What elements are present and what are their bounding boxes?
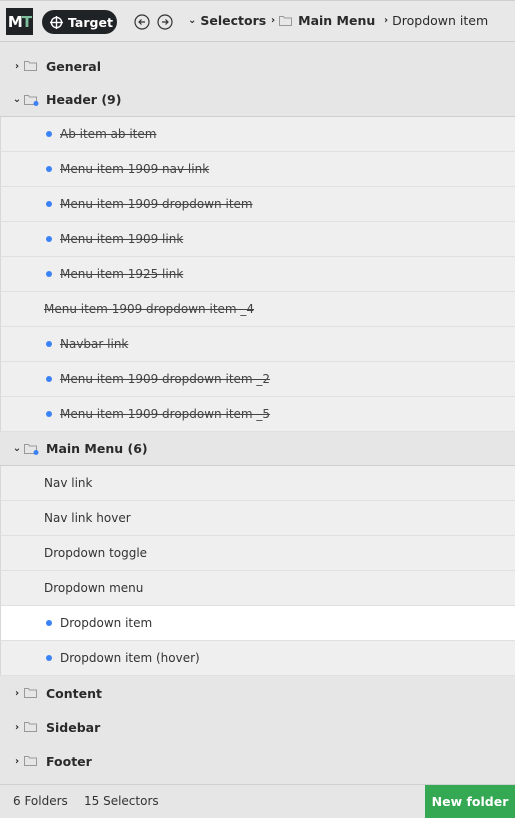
selector-label: Menu item 1909 nav link [60,162,210,176]
breadcrumb-main-menu[interactable]: › Main Menu [271,13,375,28]
folder-name: Footer [46,753,92,769]
chevron-right-icon[interactable]: › [12,688,22,699]
status-dot-icon [46,131,52,137]
chevron-right-icon[interactable]: › [12,756,22,767]
back-arrow-icon[interactable] [134,14,150,30]
selector-label: Ab item ab item [60,127,157,141]
selector-item[interactable]: Dropdown item [0,606,515,641]
chevron-right-icon: › [384,15,389,26]
folder-icon [24,688,37,698]
target-label: Target [68,14,113,30]
folder-row[interactable]: › Footer [0,744,515,778]
crosshair-icon [50,15,63,29]
chevron-right-icon[interactable]: › [12,722,22,733]
status-dot-icon [46,271,52,277]
selector-item[interactable]: Menu item 1909 dropdown item [0,187,515,222]
status-dot-icon [46,411,52,417]
app-logo: MT [6,8,33,35]
forward-arrow-icon[interactable] [157,14,173,30]
status-dot-icon [46,201,52,207]
selector-label: Dropdown toggle [44,546,148,560]
selector-label: Dropdown item (hover) [60,651,200,665]
selector-item[interactable]: Dropdown toggle [0,536,515,571]
footer: 6 Folders 15 Selectors New folder [0,784,515,818]
selector-label: Menu item 1909 dropdown item [60,197,253,211]
folder-name: Header (9) [46,92,122,107]
folder-name: Main Menu (6) [46,441,148,456]
status-dot-icon [46,376,52,382]
selector-label: Nav link [44,476,93,490]
selector-item[interactable]: Ab item ab item [0,117,515,152]
target-button[interactable]: Target [42,10,117,34]
selector-label: Menu item 1909 link [60,232,184,246]
chevron-down-icon[interactable]: ⌄ [12,94,22,105]
status-dot-icon [46,341,52,347]
logo-t: T [21,12,32,31]
status-dot-icon [46,620,52,626]
breadcrumb-selectors[interactable]: ⌄ Selectors [188,13,266,28]
selector-item[interactable]: Menu item 1909 dropdown item _5 [0,397,515,432]
selector-label: Dropdown menu [44,581,144,595]
chevron-down-icon: ⌄ [188,15,197,26]
new-folder-button[interactable]: New folder [425,785,515,818]
folder-row[interactable]: › Sidebar [0,710,515,744]
selector-label: Menu item 1909 dropdown item _2 [60,372,271,386]
folder-row[interactable]: › General [0,49,515,83]
breadcrumb-label: Main Menu [298,13,376,28]
folder-icon [279,16,293,26]
selector-label: Menu item 1925 link [60,267,184,281]
selectors-count: 15 Selectors [84,794,159,808]
folder-row[interactable]: ⌄ Header (9) [0,83,515,117]
selector-label: Menu item 1909 dropdown item _5 [60,407,271,421]
logo-m: M [7,12,23,31]
folder-icon [24,756,37,766]
selector-item[interactable]: Nav link hover [0,501,515,536]
selector-tree: › General ⌄ Header (9) Ab item ab item Menu i… [0,49,515,778]
folder-name: General [46,58,101,74]
folder-row[interactable]: › Content [0,676,515,710]
toolbar: MT Target ⌄ Selectors › Main Menu › Drop… [0,0,515,42]
status-dot-icon [46,166,52,172]
selector-label: Nav link hover [44,511,131,525]
selector-item[interactable]: Menu item 1909 nav link [0,152,515,187]
status-dot-icon [46,236,52,242]
folder-icon [24,722,37,732]
breadcrumb-label: Selectors [200,13,267,28]
chevron-down-icon[interactable]: ⌄ [12,443,22,454]
breadcrumb-label: Dropdown item [392,13,489,28]
folder-icon [24,61,37,71]
status-dot-icon [46,655,52,661]
selector-item[interactable]: Nav link [0,466,515,501]
breadcrumb-dropdown-item[interactable]: › Dropdown item [384,13,488,28]
selector-item[interactable]: Dropdown menu [0,571,515,606]
selector-item[interactable]: Dropdown item (hover) [0,641,515,676]
folder-icon [24,444,39,455]
selector-item[interactable]: Navbar link [0,327,515,362]
chevron-right-icon: › [271,15,276,26]
selector-item[interactable]: Menu item 1909 dropdown item _2 [0,362,515,397]
selector-label: Menu item 1909 dropdown item _4 [44,302,255,316]
folder-icon [24,95,39,106]
folders-count: 6 Folders [13,794,68,808]
selector-item[interactable]: Menu item 1925 link [0,257,515,292]
selector-item[interactable]: Menu item 1909 dropdown item _4 [0,292,515,327]
folder-row[interactable]: ⌄ Main Menu (6) [0,432,515,466]
selector-label: Navbar link [60,337,129,351]
folder-name: Content [46,685,102,701]
selector-item[interactable]: Menu item 1909 link [0,222,515,257]
chevron-right-icon[interactable]: › [12,61,22,72]
folder-name: Sidebar [46,719,101,735]
selector-label: Dropdown item [60,616,153,630]
